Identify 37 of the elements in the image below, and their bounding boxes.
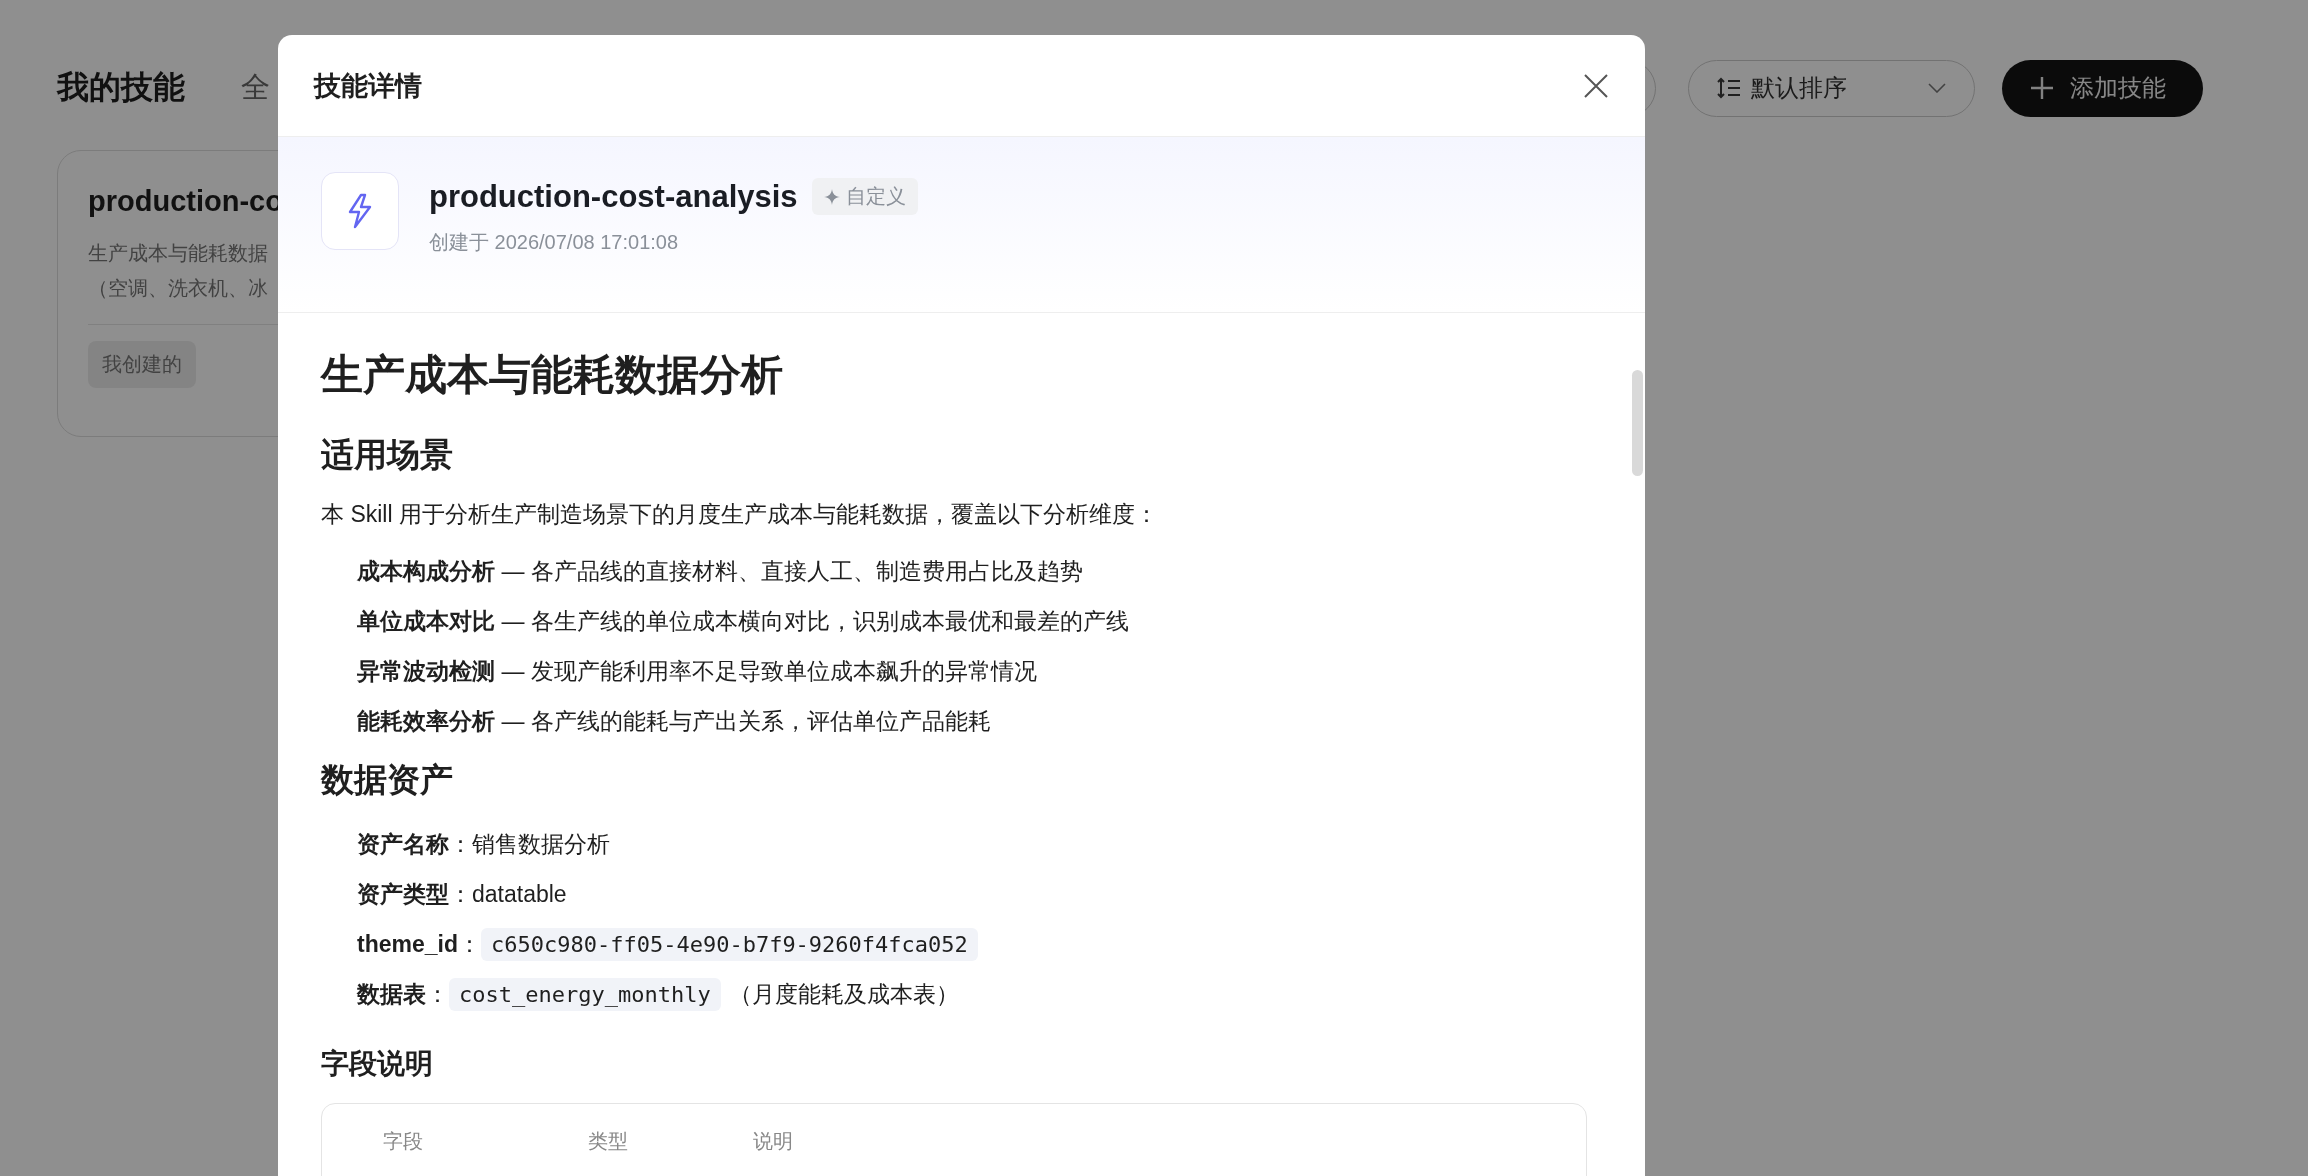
asset-label: theme_id： bbox=[357, 929, 481, 959]
asset-value: 销售数据分析 bbox=[472, 829, 610, 859]
asset-label: 资产类型： bbox=[357, 879, 472, 909]
section-heading: 字段说明 bbox=[321, 1047, 434, 1081]
card-description: （空调、洗衣机、冰 bbox=[88, 276, 268, 301]
modal-title: 技能详情 bbox=[314, 69, 422, 103]
code-value: cost_energy_monthly bbox=[449, 977, 721, 1011]
section-heading: 适用场景 bbox=[321, 435, 454, 475]
sparkle-icon bbox=[823, 188, 840, 205]
scrollbar-thumb[interactable] bbox=[1632, 370, 1643, 476]
card-description: 生产成本与能耗数据 bbox=[88, 241, 268, 266]
column-header: 类型 bbox=[588, 1129, 628, 1154]
close-icon[interactable] bbox=[1583, 72, 1609, 99]
list-item: 成本构成分析 — 各产品线的直接材料、直接人工、制造费用占比及趋势 bbox=[357, 556, 1083, 586]
asset-label: 数据表： bbox=[357, 979, 449, 1009]
filter-tab[interactable]: 全 bbox=[241, 68, 270, 108]
card-title: production-co bbox=[88, 185, 283, 218]
column-header: 说明 bbox=[753, 1129, 793, 1154]
asset-value: datatable bbox=[472, 880, 567, 908]
list-item: 能耗效率分析 — 各产线的能耗与产出关系，评估单位产品能耗 bbox=[357, 706, 991, 736]
chevron-down-icon bbox=[1928, 83, 1946, 93]
page-title: 我的技能 bbox=[57, 68, 185, 107]
paragraph: 本 Skill 用于分析生产制造场景下的月度生产成本与能耗数据，覆盖以下分析维度： bbox=[321, 500, 1159, 529]
list-item: 单位成本对比 — 各生产线的单位成本横向对比，识别成本最优和最差的产线 bbox=[357, 606, 1129, 636]
asset-note: （月度能耗及成本表） bbox=[728, 979, 959, 1009]
add-skill-button[interactable]: 添加技能 bbox=[2002, 59, 2203, 117]
code-value: c650c980-ff05-4e90-b7f9-9260f4fca052 bbox=[481, 927, 978, 961]
column-header: 字段 bbox=[383, 1129, 423, 1154]
list-item: 异常波动检测 — 发现产能利用率不足导致单位成本飙升的异常情况 bbox=[357, 656, 1037, 686]
skill-tag: 自定义 bbox=[811, 178, 918, 215]
section-heading: 数据资产 bbox=[321, 760, 454, 800]
card-tag: 我创建的 bbox=[88, 341, 196, 388]
asset-label: 资产名称： bbox=[357, 829, 472, 859]
lightning-icon bbox=[346, 193, 374, 229]
sort-icon bbox=[1717, 77, 1741, 99]
sort-dropdown[interactable]: 默认排序 bbox=[1688, 59, 1975, 117]
plus-icon bbox=[2030, 76, 2054, 100]
